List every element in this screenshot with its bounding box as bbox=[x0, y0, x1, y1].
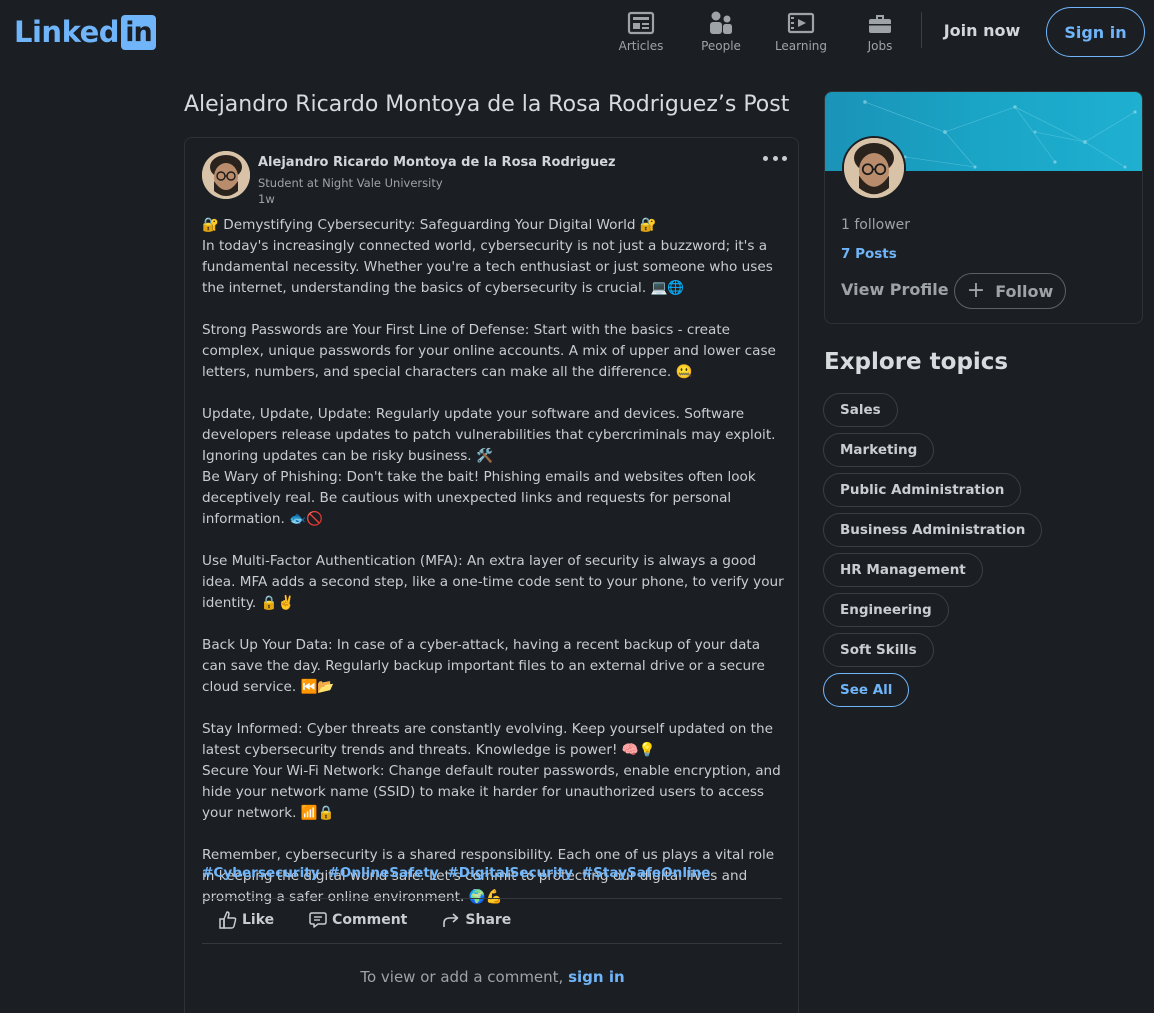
post-body: 🔐 Demystifying Cybersecurity: Safeguardi… bbox=[202, 215, 787, 908]
top-navigation-bar: Linked in Articles People Learning Jobs … bbox=[0, 0, 1154, 62]
more-options-icon[interactable] bbox=[763, 150, 787, 166]
post-line: Be Wary of Phishing: Don't take the bait… bbox=[202, 469, 756, 527]
hashtag-link[interactable]: #OnlineSafety bbox=[328, 865, 438, 881]
hashtags: #Cybersecurity #OnlineSafety #DigitalSec… bbox=[202, 865, 715, 881]
plus-icon: + bbox=[966, 277, 986, 303]
learning-icon bbox=[787, 12, 815, 34]
post-line bbox=[202, 698, 787, 719]
share-label: Share bbox=[465, 912, 512, 928]
topic-pill[interactable]: Business Administration bbox=[823, 513, 1043, 547]
page-title: Alejandro Ricardo Montoya de la Rosa Rod… bbox=[184, 92, 790, 117]
post-line bbox=[202, 614, 787, 635]
logo-box: in bbox=[121, 14, 156, 50]
topic-pill[interactable]: Public Administration bbox=[823, 473, 1022, 507]
comment-sign-in-link[interactable]: sign in bbox=[568, 968, 625, 986]
nav-label: Articles bbox=[618, 39, 664, 53]
topic-list: Sales Marketing Public Administration Bu… bbox=[823, 393, 1143, 713]
post-line: Secure Your Wi-Fi Network: Change defaul… bbox=[202, 763, 781, 821]
profile-card: 1 follower 7 Posts View Profile + Follow bbox=[824, 91, 1143, 324]
join-now-button[interactable]: Join now bbox=[934, 12, 1030, 48]
comment-label: Comment bbox=[332, 912, 408, 928]
follow-button[interactable]: + Follow bbox=[954, 273, 1066, 309]
topic-pill[interactable]: Soft Skills bbox=[823, 633, 934, 667]
post-card: Alejandro Ricardo Montoya de la Rosa Rod… bbox=[184, 137, 799, 1013]
posts-link[interactable]: 7 Posts bbox=[841, 246, 897, 262]
profile-avatar[interactable] bbox=[842, 136, 906, 200]
post-line: In today's increasingly connected world,… bbox=[202, 238, 773, 296]
comment-icon bbox=[309, 912, 327, 928]
jobs-icon bbox=[869, 15, 891, 33]
post-actions: Like Comment Share bbox=[202, 906, 529, 934]
follower-count: 1 follower bbox=[841, 217, 911, 233]
post-line: Update, Update, Update: Regularly update… bbox=[202, 406, 776, 464]
post-timestamp: 1w bbox=[258, 192, 275, 206]
hashtag-link[interactable]: #Cybersecurity bbox=[202, 865, 320, 881]
articles-icon bbox=[627, 11, 655, 35]
author-name[interactable]: Alejandro Ricardo Montoya de la Rosa Rod… bbox=[258, 155, 616, 170]
hashtag-link[interactable]: #DigitalSecurity bbox=[447, 865, 573, 881]
hashtag-link[interactable]: #StaySafeOnline bbox=[582, 865, 711, 881]
topic-pill[interactable]: HR Management bbox=[823, 553, 983, 587]
share-arrow-icon bbox=[443, 913, 459, 927]
post-line bbox=[202, 530, 787, 551]
nav-divider bbox=[921, 12, 922, 48]
post-line bbox=[202, 383, 787, 404]
post-line: Back Up Your Data: In case of a cyber-at… bbox=[202, 637, 765, 695]
post-line: Use Multi-Factor Authentication (MFA): A… bbox=[202, 553, 784, 611]
explore-topics-heading: Explore topics bbox=[824, 349, 1009, 375]
comment-prompt-text: To view or add a comment, bbox=[360, 968, 564, 986]
like-button[interactable]: Like bbox=[202, 906, 292, 934]
author-headline: Student at Night Vale University bbox=[258, 176, 443, 190]
topic-pill[interactable]: Sales bbox=[823, 393, 898, 427]
topic-pill[interactable]: Engineering bbox=[823, 593, 949, 627]
like-label: Like bbox=[242, 912, 275, 928]
post-line: Stay Informed: Cyber threats are constan… bbox=[202, 721, 773, 758]
post-line: Strong Passwords are Your First Line of … bbox=[202, 322, 776, 380]
nav-label: Learning bbox=[774, 39, 828, 53]
post-line bbox=[202, 824, 787, 845]
linkedin-logo[interactable]: Linked in bbox=[14, 14, 156, 50]
divider bbox=[202, 898, 782, 899]
sign-in-button[interactable]: Sign in bbox=[1046, 7, 1145, 57]
nav-jobs[interactable]: Jobs bbox=[845, 10, 915, 53]
topic-pill[interactable]: Marketing bbox=[823, 433, 935, 467]
nav-learning[interactable]: Learning bbox=[766, 10, 836, 53]
people-icon bbox=[710, 11, 732, 34]
follow-label: Follow bbox=[995, 281, 1054, 301]
divider bbox=[202, 943, 782, 944]
post-line: 🔐 Demystifying Cybersecurity: Safeguardi… bbox=[202, 217, 657, 233]
comment-prompt: To view or add a comment, sign in bbox=[185, 968, 800, 986]
thumbs-up-icon bbox=[219, 911, 237, 929]
author-avatar[interactable] bbox=[202, 151, 250, 199]
nav-label: People bbox=[701, 39, 741, 53]
see-all-topics-button[interactable]: See All bbox=[823, 673, 910, 707]
post-line bbox=[202, 299, 787, 320]
nav-articles[interactable]: Articles bbox=[606, 10, 676, 53]
nav-people[interactable]: People bbox=[686, 10, 756, 53]
nav-label: Jobs bbox=[867, 39, 893, 53]
logo-wordmark: Linked bbox=[14, 15, 120, 49]
comment-button[interactable]: Comment bbox=[292, 906, 425, 934]
share-button[interactable]: Share bbox=[425, 906, 529, 934]
view-profile-button[interactable]: View Profile bbox=[841, 280, 949, 299]
